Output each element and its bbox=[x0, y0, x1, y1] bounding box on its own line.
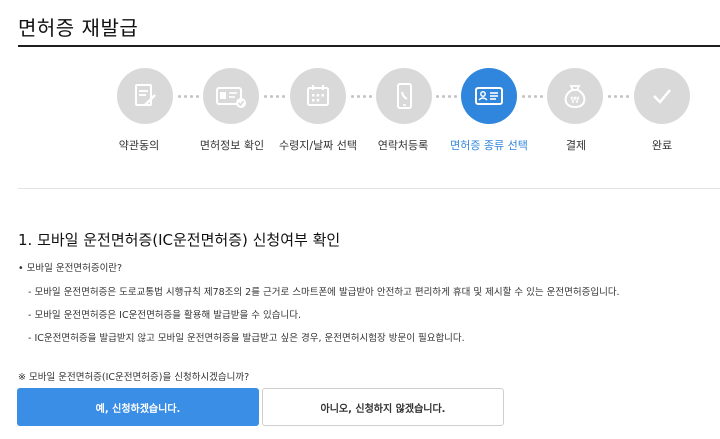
step-connector bbox=[608, 95, 629, 99]
calendar-icon bbox=[307, 85, 329, 106]
section-divider bbox=[18, 188, 720, 189]
step-label-license-type: 면허증 종류 선택 bbox=[450, 139, 528, 152]
step-label-terms: 약관동의 bbox=[118, 139, 160, 152]
document-edit-icon bbox=[135, 84, 156, 106]
apply-yes-button[interactable]: 예, 신청하겠습니다. bbox=[17, 388, 259, 426]
step-connector bbox=[178, 95, 199, 99]
step-label-payment: 결제 bbox=[565, 139, 587, 152]
step-4-circle bbox=[376, 68, 432, 124]
money-bag-icon: ₩ bbox=[564, 85, 586, 109]
step-label-complete: 완료 bbox=[651, 139, 673, 152]
id-card-icon bbox=[475, 87, 503, 105]
step-2-circle bbox=[203, 68, 259, 124]
smartphone-icon bbox=[397, 83, 412, 109]
info-question: • 모바일 운전면허증이란? bbox=[18, 263, 123, 274]
step-connector bbox=[436, 95, 457, 99]
step-3-circle bbox=[290, 68, 346, 124]
step-connector bbox=[351, 95, 372, 99]
id-card-check-icon bbox=[216, 87, 246, 108]
step-5-circle bbox=[461, 68, 517, 124]
step-label-license-info: 면허정보 확인 bbox=[199, 139, 265, 152]
step-6-circle: ₩ bbox=[547, 68, 603, 124]
info-line: - IC운전면허증을 발급받지 않고 모바일 운전면허증을 발급받고 싶은 경우… bbox=[28, 333, 465, 344]
step-connector bbox=[264, 95, 285, 99]
info-line: - 모바일 운전면허증은 IC운전면허증을 활용해 발급받을 수 있습니다. bbox=[28, 310, 302, 321]
apply-prompt: ※ 모바일 운전면허증(IC운전면허증)을 신청하시겠습니까? bbox=[18, 372, 250, 383]
progress-steps: ₩ 약관동의 면허정보 확인 수령지/날짜 선택 연락처등록 면허증 종류 선택… bbox=[0, 0, 720, 170]
info-line: - 모바일 운전면허증은 도로교통법 시행규칙 제78조의 2를 근거로 스마트… bbox=[28, 287, 620, 298]
step-connector bbox=[522, 95, 543, 99]
svg-text:₩: ₩ bbox=[571, 96, 580, 106]
step-label-pickup-date: 수령지/날짜 선택 bbox=[278, 139, 358, 152]
step-1-circle bbox=[117, 68, 173, 124]
section-heading: 1. 모바일 운전면허증(IC운전면허증) 신청여부 확인 bbox=[18, 231, 341, 249]
step-7-circle bbox=[634, 68, 690, 124]
checkmark-icon bbox=[653, 89, 671, 104]
step-label-contact: 연락처등록 bbox=[377, 139, 429, 152]
apply-no-button[interactable]: 아니오, 신청하지 않겠습니다. bbox=[262, 388, 504, 426]
